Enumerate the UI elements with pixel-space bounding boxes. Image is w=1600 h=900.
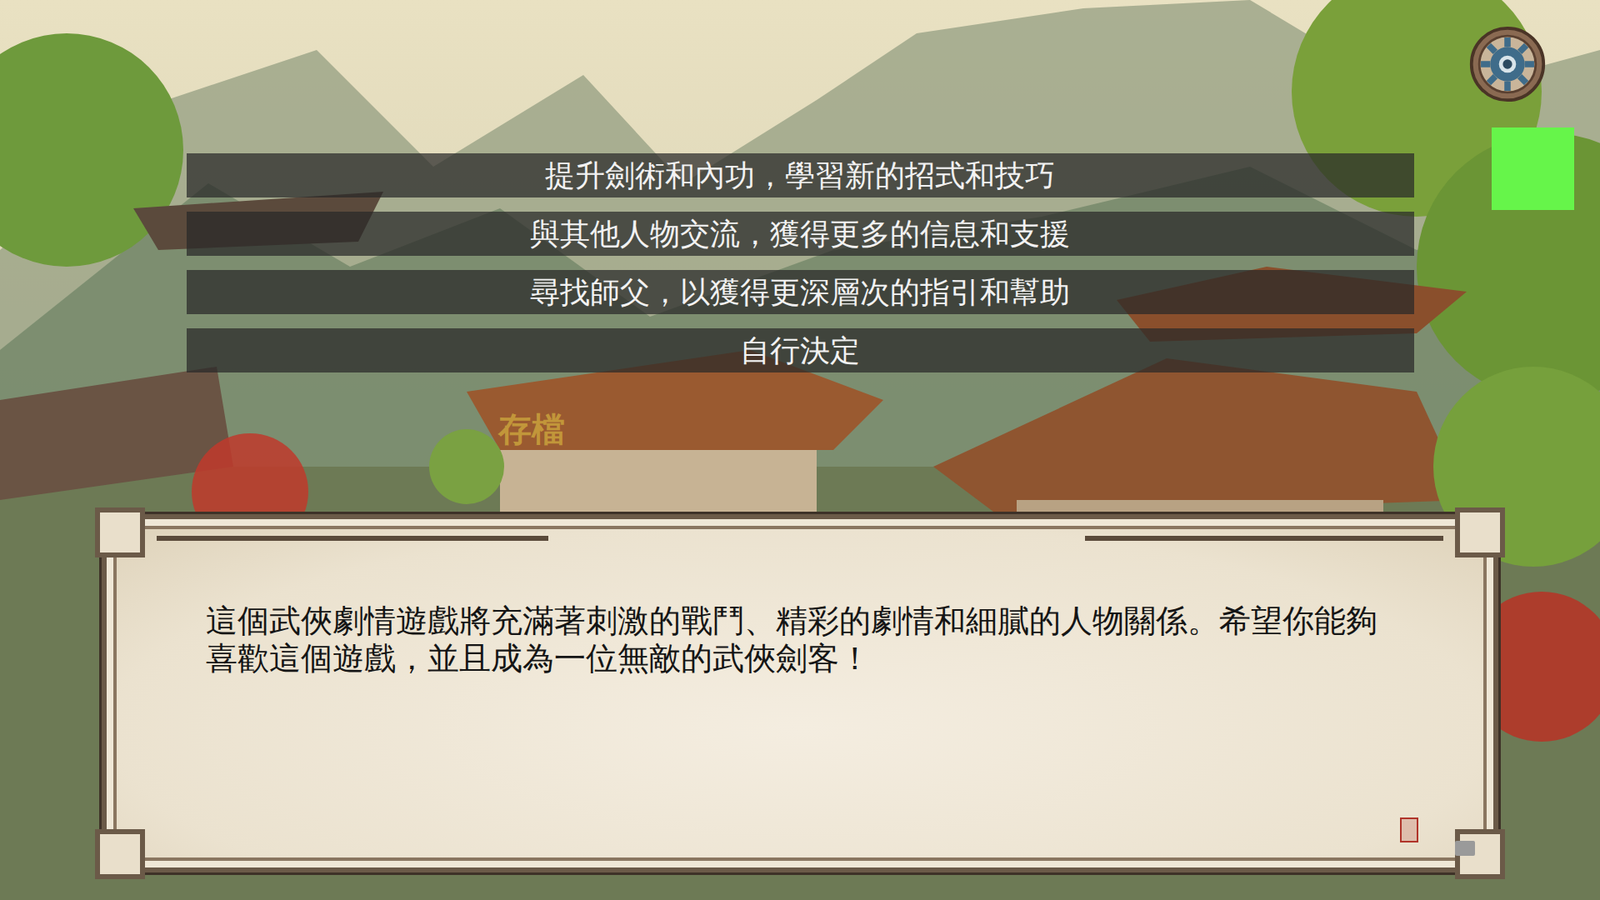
frame-band — [1085, 535, 1444, 541]
settings-button[interactable] — [1468, 25, 1547, 104]
choice-button[interactable]: 提升劍術和內功，學習新的招式和技巧 — [186, 153, 1415, 198]
game-screen: 提升劍術和內功，學習新的招式和技巧與其他人物交流，獲得更多的信息和支援尋找師父，… — [0, 0, 1600, 900]
frame-corner — [95, 829, 145, 880]
frame-band — [156, 535, 549, 541]
indicator-square — [1491, 127, 1575, 210]
next-button[interactable] — [1455, 840, 1475, 856]
save-button[interactable]: 存檔 — [498, 407, 565, 451]
dialog-text: 這個武俠劇情遊戲將充滿著刺激的戰鬥、精彩的劇情和細膩的人物關係。希望你能夠喜歡這… — [205, 602, 1390, 678]
choice-button[interactable]: 與其他人物交流，獲得更多的信息和支援 — [186, 211, 1415, 256]
frame-corner — [95, 507, 145, 558]
choice-button[interactable]: 尋找師父，以獲得更深層次的指引和幫助 — [186, 270, 1415, 315]
frame-corner — [1455, 507, 1505, 558]
choice-button[interactable]: 自行決定 — [186, 328, 1415, 373]
dialog-box: 這個武俠劇情遊戲將充滿著刺激的戰鬥、精彩的劇情和細膩的人物關係。希望你能夠喜歡這… — [101, 514, 1499, 873]
choice-menu: 提升劍術和內功，學習新的招式和技巧與其他人物交流，獲得更多的信息和支援尋找師父，… — [186, 153, 1415, 373]
seal-icon — [1400, 817, 1419, 843]
gear-icon — [1468, 25, 1547, 104]
